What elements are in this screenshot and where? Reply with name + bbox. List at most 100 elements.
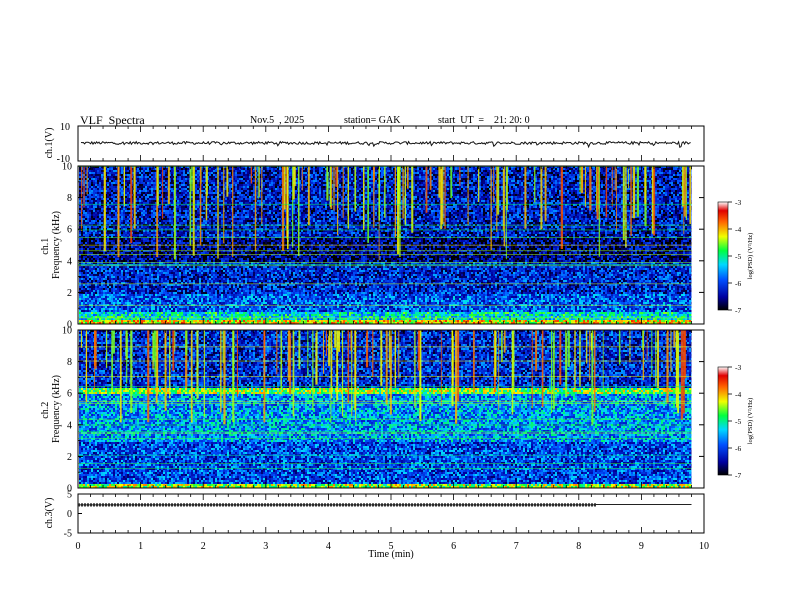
spectrogram-cell [95,198,97,200]
spectrogram-cell [91,182,93,184]
spectrogram-cell [99,216,101,218]
spectrogram-cell [95,234,97,236]
spectrogram-cell [101,284,103,286]
ch1-waveform-ylabel: ch.1(V) [44,128,55,159]
spectrogram-cell [83,314,85,316]
spectrogram-cell [79,272,81,274]
spectrogram-cell [87,294,89,296]
spectrogram-cell [81,288,83,290]
spectrogram-cell [79,174,81,176]
spectrogram-cell [79,296,81,298]
spectrogram-cell [87,196,89,198]
spectrogram-cell [101,180,103,182]
spectrogram-cell [79,320,81,322]
spectrogram-cell [95,312,97,314]
spectrogram-cell [93,172,95,174]
spectrogram-cell [79,184,81,186]
spectrogram-cell [89,294,91,296]
spectrogram-cell [99,168,101,170]
spectrogram-cell [81,306,83,308]
spectrogram-cell [87,202,89,204]
spectrogram-cell [97,232,99,234]
spectrogram-cell [81,242,83,244]
spectrogram-cell [95,252,97,254]
spectrogram-cell [99,260,101,262]
spectrogram-cell [89,188,91,190]
spectrogram-cell [93,308,95,310]
spectrogram-cell [91,208,93,210]
spectrogram-cell [91,248,93,250]
spectrogram-cell [97,174,99,176]
spectrogram-cell [89,214,91,216]
spectrogram-cell [97,302,99,304]
spectrogram-cell [85,240,87,242]
spectrogram-cell [85,274,87,276]
spectrogram-cell [93,174,95,176]
spectrogram-cell [93,246,95,248]
spectrogram-cell [99,170,101,172]
spectrogram-cell [85,238,87,240]
spectrogram-cell [103,252,105,254]
spectrogram-cell [81,296,83,298]
spectrogram-cell [83,270,85,272]
spectrogram-cell [95,214,97,216]
spectrogram-cell [101,194,103,196]
spectrogram-cell [87,276,89,278]
spectrogram-cell [99,298,101,300]
spectrogram-cell [99,320,101,322]
spectrogram-cell [97,186,99,188]
spectrogram-cell [89,306,91,308]
spectrogram-cell [99,186,101,188]
spectrogram-cell [81,308,83,310]
spectrogram-cell [101,280,103,282]
spectrogram-cell [83,272,85,274]
spectrogram-cell [97,286,99,288]
spectrogram-cell [97,258,99,260]
spectrogram-cell [83,220,85,222]
spectrogram-cell [99,278,101,280]
spectrogram-cell [99,242,101,244]
spectrogram-cell [93,220,95,222]
spectrogram-cell [99,182,101,184]
spectrogram-cell [97,300,99,302]
spectrogram-cell [93,272,95,274]
spectrogram-cell [87,226,89,228]
spectrogram-cell [99,184,101,186]
spectrogram-cell [101,292,103,294]
spectrogram-cell [89,234,91,236]
spectrogram-cell [91,238,93,240]
spectrogram-cell [95,218,97,220]
spectrogram-cell [95,300,97,302]
spectrogram-cell [83,210,85,212]
spectrogram-cell [97,222,99,224]
spectrogram-cell [97,234,99,236]
spectrogram-cell [91,218,93,220]
spectrogram-cell [83,218,85,220]
spectrogram-cell [87,210,89,212]
spectrogram-cell [91,226,93,228]
spectrogram-cell [85,302,87,304]
spectrogram-cell [95,290,97,292]
spectrogram-cell [89,266,91,268]
spectrogram-cell [95,186,97,188]
spectrogram-cell [85,284,87,286]
spectrogram-cell [101,278,103,280]
spectrogram-cell [91,214,93,216]
spectrogram-cell [97,290,99,292]
spectrogram-cell [89,314,91,316]
spectrogram-cell [103,270,105,272]
spectrogram-cell [99,198,101,200]
spectrogram-cell [87,284,89,286]
spectrogram-cell [97,308,99,310]
spectrogram-cell [97,238,99,240]
spectrogram-cell [99,310,101,312]
spectrogram-cell [93,270,95,272]
spectrogram-cell [101,300,103,302]
spectrogram-cell [85,294,87,296]
spectrogram-cell [79,168,81,170]
spectrogram-cell [101,252,103,254]
spectrogram-cell [79,214,81,216]
spectrogram-cell [103,314,105,316]
spectrogram-cell [91,210,93,212]
spectrogram-cell [99,306,101,308]
